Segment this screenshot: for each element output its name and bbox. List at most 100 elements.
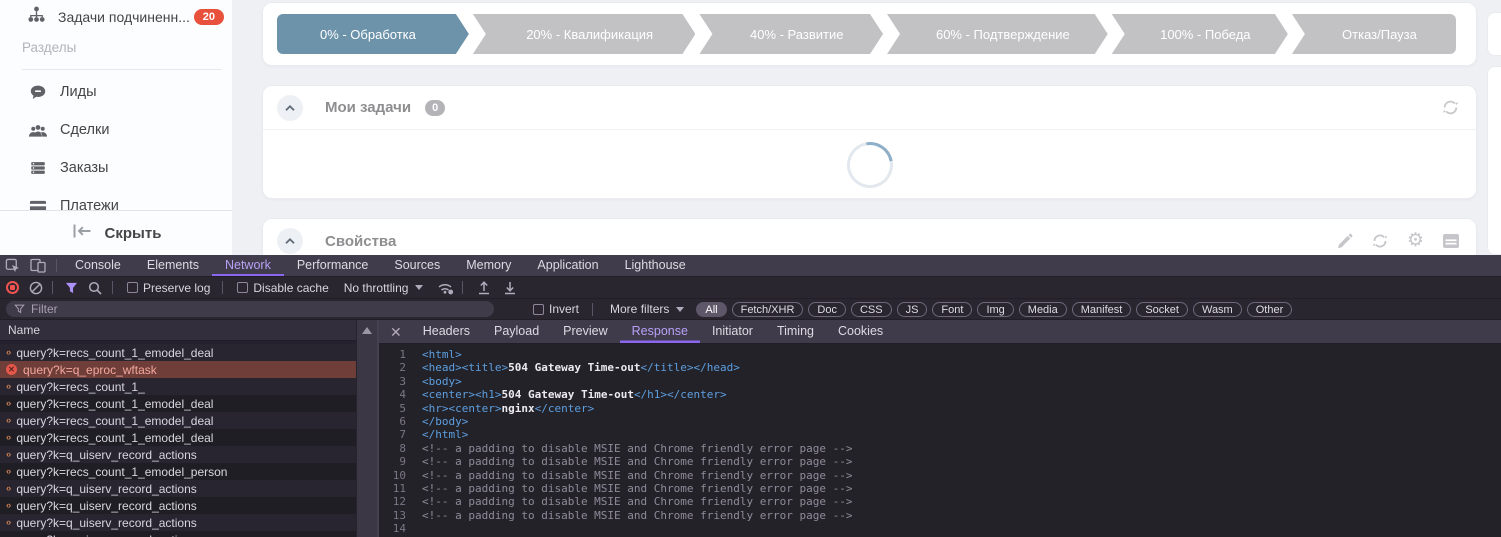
network-request-row[interactable]: ‹›query?k=recs_count_1_emodel_deal <box>0 395 356 412</box>
pipeline-card: 0% - Обработка20% - Квалификация40% - Ра… <box>262 2 1477 66</box>
filter-chip-all[interactable]: All <box>696 302 726 317</box>
refresh-icon[interactable] <box>1371 232 1389 250</box>
code-segment: <!-- a padding to disable MSIE and Chrom… <box>422 482 852 495</box>
devtools: ConsoleElementsNetworkPerformanceSources… <box>0 255 1501 537</box>
filter-chip-img[interactable]: Img <box>977 302 1013 317</box>
close-icon[interactable]: ✕ <box>390 325 402 339</box>
pipeline-stage-20-квалификация[interactable]: 20% - Квалификация <box>473 14 696 54</box>
inspect-element-icon[interactable] <box>5 258 20 273</box>
more-filters-button[interactable]: More filters <box>610 302 669 316</box>
detail-tab-timing[interactable]: Timing <box>765 320 826 343</box>
devtools-tab-application[interactable]: Application <box>524 255 611 276</box>
network-request-row[interactable]: ‹›query?k=recs_count_1_emodel_deal <box>0 412 356 429</box>
chevron-down-icon <box>676 307 684 312</box>
request-name: query?k=q_eproc_wftask <box>23 363 157 377</box>
filter-chip-js[interactable]: JS <box>897 302 928 317</box>
network-request-row[interactable]: ‹›query?k=q_uiserv_record_actions <box>0 446 356 463</box>
devtools-tab-console[interactable]: Console <box>62 255 134 276</box>
filter-chip-doc[interactable]: Doc <box>808 302 846 317</box>
sidebar-item-label: Заказы <box>60 160 108 176</box>
sidebar-item-label: Сделки <box>60 122 109 138</box>
sidebar-item-заказы[interactable]: Заказы <box>0 149 232 187</box>
pipeline-stage-60-подтверждение[interactable]: 60% - Подтверждение <box>887 14 1108 54</box>
line-number: 1 <box>379 348 406 361</box>
detail-tab-cookies[interactable]: Cookies <box>826 320 895 343</box>
detail-tab-initiator[interactable]: Initiator <box>700 320 765 343</box>
network-conditions-icon[interactable] <box>437 281 454 295</box>
filter-chip-media[interactable]: Media <box>1019 302 1067 317</box>
pipeline-stage-отказ-пауза[interactable]: Отказ/Пауза <box>1292 14 1456 54</box>
devtools-tab-sources[interactable]: Sources <box>381 255 453 276</box>
disable-cache-checkbox[interactable] <box>237 282 248 293</box>
detail-tab-preview[interactable]: Preview <box>551 320 619 343</box>
sidebar-item-subordinate-tasks[interactable]: Задачи подчиненн... 20 <box>0 2 224 32</box>
filter-funnel-icon[interactable] <box>65 282 78 294</box>
devtools-tab-elements[interactable]: Elements <box>134 255 212 276</box>
devtools-tab-memory[interactable]: Memory <box>453 255 524 276</box>
pipeline-stage-40-развитие[interactable]: 40% - Развитие <box>699 14 883 54</box>
filter-chip-fetch-xhr[interactable]: Fetch/XHR <box>732 302 804 317</box>
refresh-icon[interactable] <box>1441 98 1460 117</box>
detail-tab-payload[interactable]: Payload <box>482 320 551 343</box>
right-panel-peek <box>1487 66 1501 255</box>
request-code-icon: ‹› <box>6 347 10 358</box>
network-request-row[interactable]: ‹›query?k=q_uiserv_record_actions <box>0 480 356 497</box>
import-har-icon[interactable] <box>477 280 491 295</box>
device-toolbar-icon[interactable] <box>30 258 46 273</box>
line-number: 4 <box>379 388 406 401</box>
list-menu-icon[interactable] <box>1442 233 1460 249</box>
collapse-tasks-button[interactable] <box>277 95 303 121</box>
detail-tab-response[interactable]: Response <box>620 320 700 343</box>
orders-icon <box>26 159 50 177</box>
network-request-row[interactable]: ‹›query?k=recs_count_1_emodel_deal <box>0 344 356 361</box>
code-segment: <!-- a padding to disable MSIE and Chrom… <box>422 509 852 522</box>
request-code-icon: ‹› <box>6 381 10 392</box>
export-har-icon[interactable] <box>503 280 517 295</box>
sidebar-collapse-button[interactable]: Скрыть <box>0 211 232 255</box>
sidebar-item-сделки[interactable]: Сделки <box>0 111 232 149</box>
code-segment: <hr><center> <box>422 402 501 415</box>
throttling-select[interactable]: No throttling <box>344 281 409 295</box>
separator <box>462 281 463 294</box>
detail-tab-headers[interactable]: Headers <box>411 320 482 343</box>
sidebar-item-лиды[interactable]: Лиды <box>0 73 232 111</box>
filter-chip-other[interactable]: Other <box>1247 302 1293 317</box>
list-scrollbar[interactable] <box>356 320 377 537</box>
network-request-row[interactable]: ‹›query?k=q_uiserv_record_actions <box>0 531 356 537</box>
network-request-row[interactable]: ‹›query?k=recs_count_1_emodel_person <box>0 463 356 480</box>
network-list-header[interactable]: Name <box>0 320 377 341</box>
network-request-row[interactable]: ✕query?k=q_eproc_wftask <box>0 361 356 378</box>
scroll-up-icon[interactable] <box>362 327 372 334</box>
network-request-row[interactable]: ‹›query?k=q_uiserv_record_actions <box>0 514 356 531</box>
request-type-chips: All Fetch/XHR Doc CSS JS Font Img Media Manifest… <box>696 302 1292 317</box>
devtools-tab-lighthouse[interactable]: Lighthouse <box>612 255 699 276</box>
collapse-properties-button[interactable] <box>277 228 303 254</box>
line-number: 11 <box>379 482 406 495</box>
network-request-row[interactable]: ‹›query?k=recs_count_1_ <box>0 378 356 395</box>
filter-chip-socket[interactable]: Socket <box>1136 302 1188 317</box>
network-request-row[interactable]: ‹›query?k=q_uiserv_record_actions <box>0 497 356 514</box>
pipeline-stage-100-победа[interactable]: 100% - Победа <box>1112 14 1288 54</box>
clear-icon[interactable] <box>29 281 43 295</box>
separator <box>56 259 57 272</box>
gear-icon[interactable]: ⚙ <box>1407 232 1424 250</box>
crm-app: Задачи подчиненн... 20 Разделы ЛидыСделк… <box>0 0 1501 255</box>
sidebar-item-платежи[interactable]: Платежи <box>0 187 232 210</box>
network-request-row[interactable]: ‹›query?k=recs_count_1_emodel_deal <box>0 429 356 446</box>
devtools-tab-performance[interactable]: Performance <box>284 255 382 276</box>
devtools-tab-network[interactable]: Network <box>212 255 284 276</box>
search-icon[interactable] <box>88 281 102 295</box>
pipeline-stage-0-обработка[interactable]: 0% - Обработка <box>277 14 469 54</box>
filter-chip-manifest[interactable]: Manifest <box>1072 302 1132 317</box>
record-icon[interactable] <box>6 281 19 294</box>
filter-chip-wasm[interactable]: Wasm <box>1193 302 1242 317</box>
preserve-log-checkbox[interactable] <box>127 282 138 293</box>
invert-checkbox[interactable] <box>533 304 544 315</box>
filter-input[interactable] <box>31 302 486 316</box>
code-line: 3<body> <box>379 375 1501 388</box>
filter-chip-css[interactable]: CSS <box>851 302 892 317</box>
code-line: 8<!-- a padding to disable MSIE and Chro… <box>379 442 1501 455</box>
pencil-icon[interactable] <box>1336 233 1353 250</box>
line-number: 2 <box>379 361 406 374</box>
filter-chip-font[interactable]: Font <box>932 302 972 317</box>
